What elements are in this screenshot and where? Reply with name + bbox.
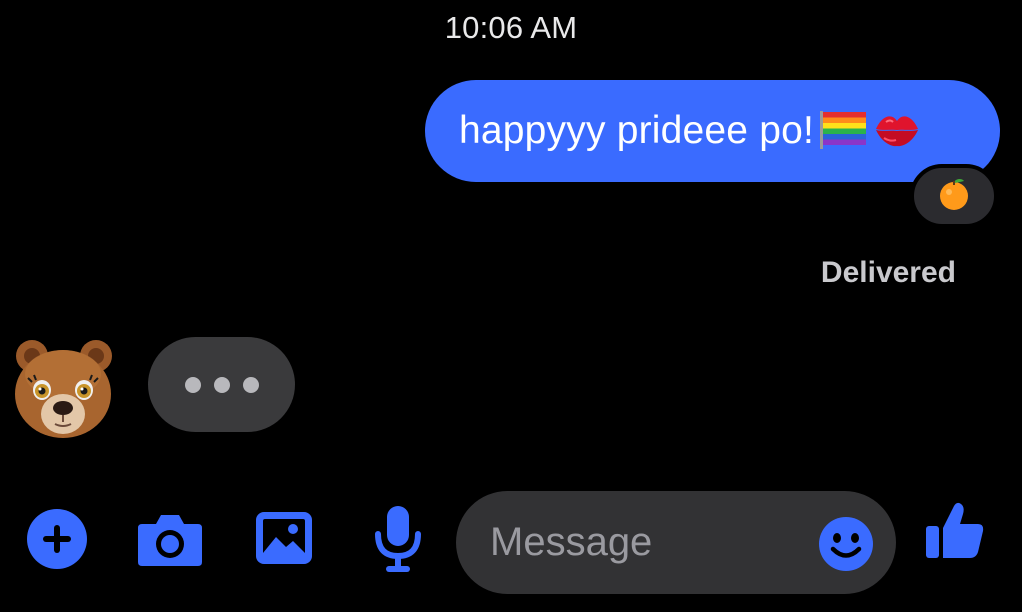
message-timestamp: 10:06 AM (444, 10, 578, 45)
thumbs-up-icon (926, 502, 984, 558)
microphone-icon (375, 506, 421, 572)
typing-dot (242, 376, 259, 393)
chat-screen: 10:06 AM happyyy prideee po! Delivered M… (0, 0, 1022, 612)
kiss-mark-icon (872, 109, 922, 154)
message-composer: Message (0, 484, 1022, 604)
gallery-button[interactable] (254, 510, 314, 566)
plus-icon (27, 509, 87, 569)
message-reaction[interactable] (910, 164, 998, 228)
typing-dot (213, 376, 230, 393)
contact-avatar[interactable] (8, 334, 118, 444)
message-placeholder: Message (490, 520, 653, 564)
thumbs-up-button[interactable] (924, 500, 986, 562)
camera-button[interactable] (136, 510, 204, 568)
outgoing-message-bubble[interactable]: happyyy prideee po! (425, 80, 1000, 182)
emoji-button[interactable] (818, 516, 874, 577)
delivery-status: Delivered (820, 256, 956, 289)
tangerine-icon (936, 176, 972, 217)
typing-indicator (148, 337, 295, 432)
microphone-button[interactable] (372, 504, 424, 574)
bear-avatar-icon (15, 340, 112, 438)
camera-icon (138, 515, 202, 566)
emoji-icon (819, 517, 873, 571)
gallery-icon (256, 512, 312, 564)
rainbow-flag-icon (818, 109, 868, 154)
plus-button[interactable] (26, 508, 88, 570)
typing-dot (184, 376, 201, 393)
message-input[interactable]: Message (456, 491, 896, 594)
outgoing-message-text: happyyy prideee po! (459, 109, 815, 152)
